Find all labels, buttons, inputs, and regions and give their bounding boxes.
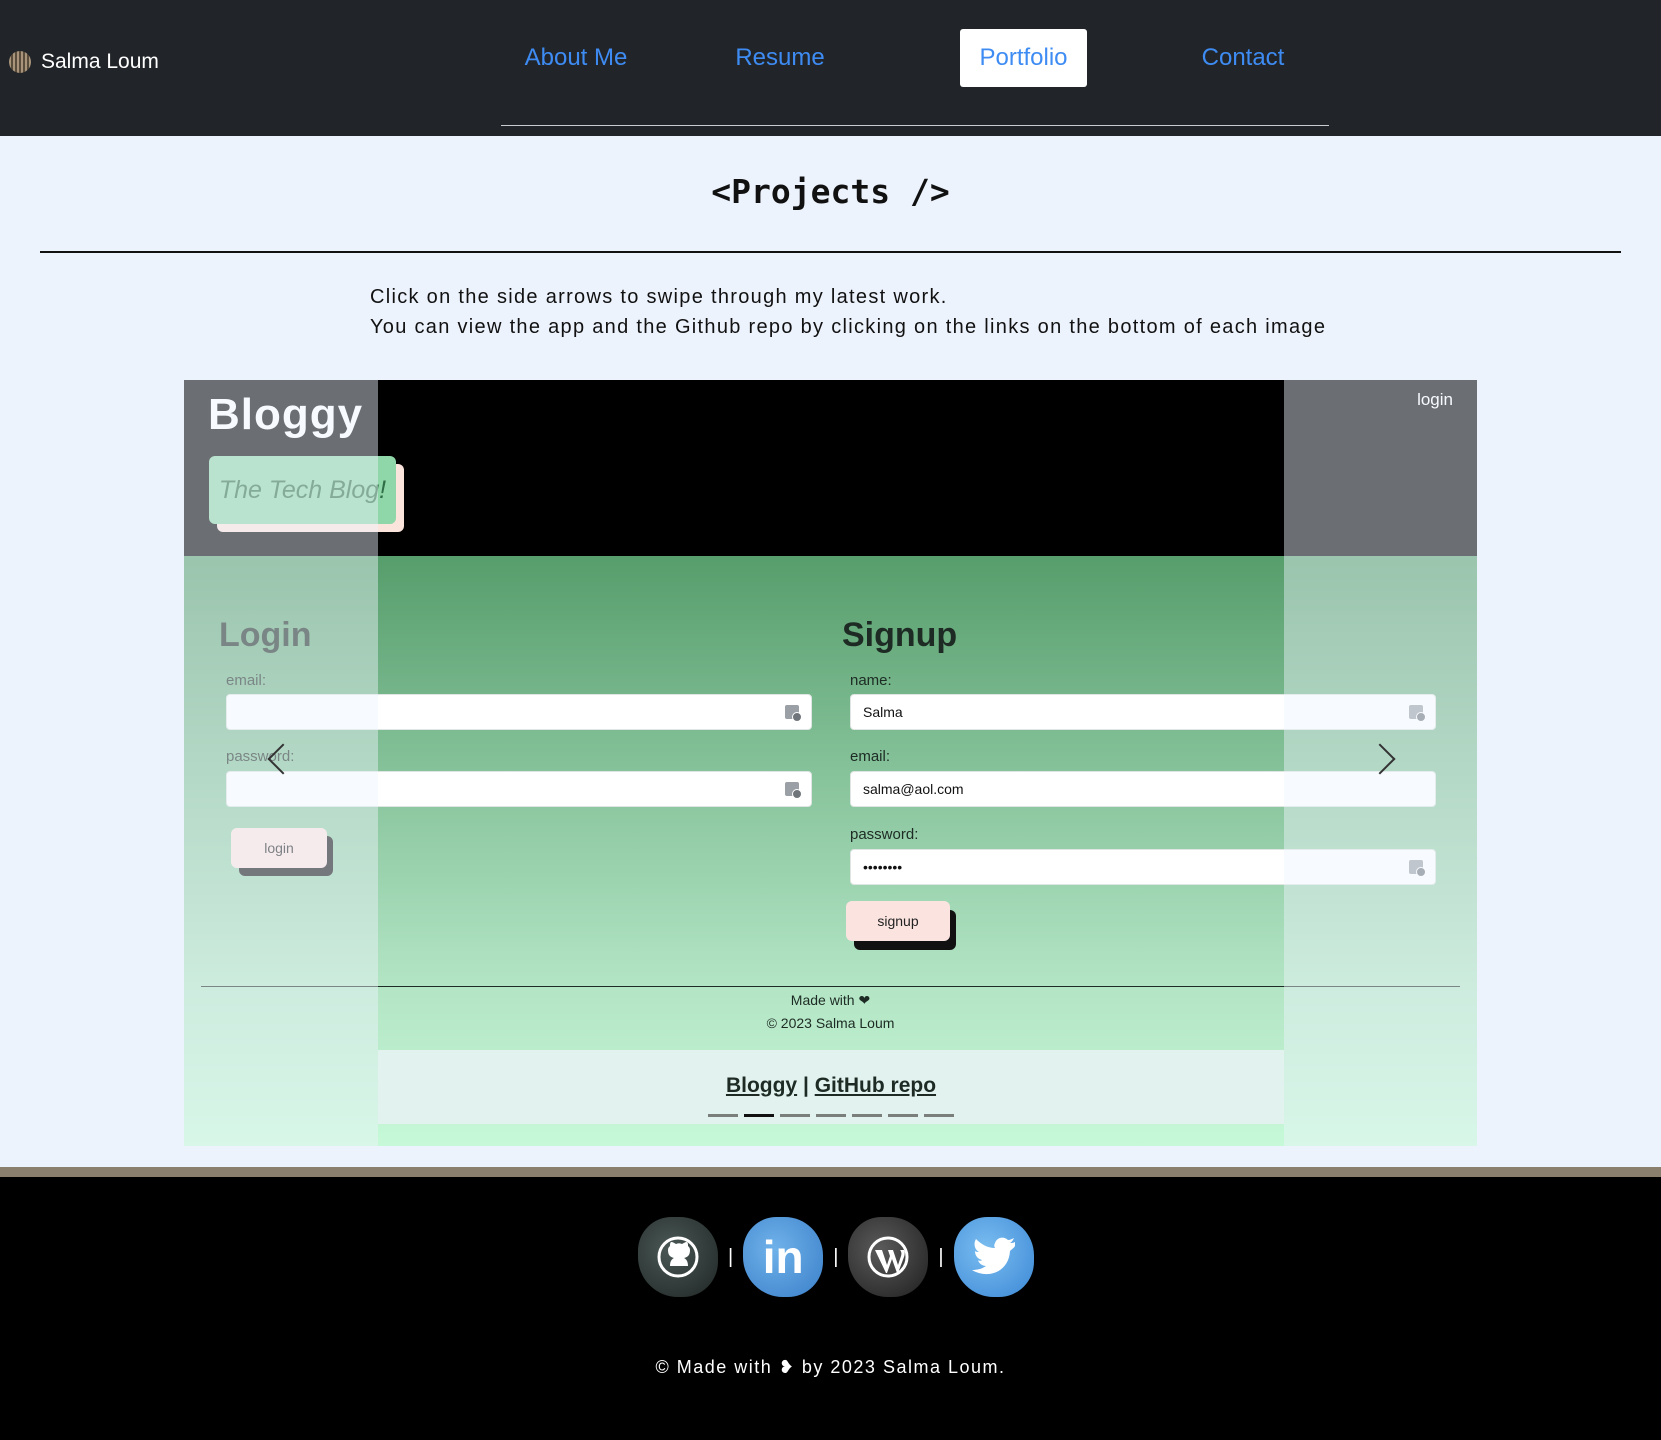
footer-copyright: © Made with ❥ by 2023 Salma Loum. xyxy=(655,1357,1006,1377)
app-link[interactable]: Bloggy xyxy=(726,1074,797,1097)
nav-underline xyxy=(501,125,1329,126)
projects-intro: Click on the side arrows to swipe throug… xyxy=(370,282,1326,342)
signup-password-label: password: xyxy=(850,826,919,843)
social-separator: | xyxy=(728,1245,734,1268)
social-separator: | xyxy=(938,1245,944,1268)
carousel-indicator[interactable] xyxy=(816,1114,846,1117)
wordpress-icon[interactable] xyxy=(848,1217,929,1297)
slide-links: Bloggy | GitHub repo xyxy=(378,1074,1284,1098)
linkedin-icon[interactable]: in xyxy=(743,1217,824,1297)
nav-link-about[interactable]: About Me xyxy=(501,29,651,87)
carousel-prev-control[interactable] xyxy=(184,380,378,1146)
carousel-indicator[interactable] xyxy=(888,1114,918,1117)
wordpress-glyph xyxy=(867,1236,909,1278)
brand-name: Salma Loum xyxy=(41,50,159,73)
nav-link-portfolio[interactable]: Portfolio xyxy=(960,29,1087,87)
social-separator: | xyxy=(833,1245,839,1268)
slide-links-bar: Bloggy | GitHub repo xyxy=(378,1050,1284,1124)
github-glyph xyxy=(657,1236,699,1278)
slide-footer-divider xyxy=(201,986,1460,987)
carousel-indicators xyxy=(708,1114,954,1117)
navbar: Salma Loum About Me Resume Portfolio Con… xyxy=(0,0,1661,136)
nav-links: About Me Resume Portfolio Contact xyxy=(501,29,1329,87)
projects-divider xyxy=(40,251,1621,253)
signup-password-value: •••••••• xyxy=(863,859,903,875)
nav-link-contact[interactable]: Contact xyxy=(1158,29,1328,87)
carousel-indicator[interactable] xyxy=(744,1114,774,1117)
signup-name-label: name: xyxy=(850,672,892,689)
footer-border xyxy=(0,1167,1661,1177)
carousel-indicator[interactable] xyxy=(852,1114,882,1117)
intro-line-1: Click on the side arrows to swipe throug… xyxy=(370,286,948,308)
social-links: | in | | xyxy=(638,1217,1034,1297)
repo-link[interactable]: GitHub repo xyxy=(815,1074,936,1097)
brand[interactable]: Salma Loum xyxy=(9,50,159,74)
chevron-left-icon xyxy=(267,743,299,775)
signup-email-label: email: xyxy=(850,748,891,765)
carousel-indicator[interactable] xyxy=(780,1114,810,1117)
intro-line-2: You can view the app and the Github repo… xyxy=(370,316,1327,338)
footer: | in | | © Made with ❥ by 2023 Salma Lou… xyxy=(0,1177,1661,1440)
twitter-glyph xyxy=(971,1237,1015,1275)
signup-button[interactable]: signup xyxy=(846,901,950,941)
link-separator: | xyxy=(802,1074,809,1097)
nav-link-resume[interactable]: Resume xyxy=(705,29,855,87)
autofill-icon xyxy=(785,705,802,722)
carousel-indicator[interactable] xyxy=(708,1114,738,1117)
signup-title: Signup xyxy=(842,616,958,654)
carousel-next-control[interactable] xyxy=(1284,380,1477,1146)
signup-email-value: salma@aol.com xyxy=(863,781,964,797)
signup-name-value: Salma xyxy=(863,704,903,720)
github-icon[interactable] xyxy=(638,1217,718,1297)
chevron-right-icon xyxy=(1364,743,1396,775)
autofill-icon xyxy=(785,782,802,799)
projects-title: <Projects /> xyxy=(711,172,950,211)
carousel-indicator[interactable] xyxy=(924,1114,954,1117)
brand-logo-icon xyxy=(9,51,31,73)
project-carousel: Bloggy The Tech Blog! login Login email:… xyxy=(184,380,1477,1146)
twitter-icon[interactable] xyxy=(953,1217,1034,1297)
linkedin-glyph: in xyxy=(762,1231,804,1283)
